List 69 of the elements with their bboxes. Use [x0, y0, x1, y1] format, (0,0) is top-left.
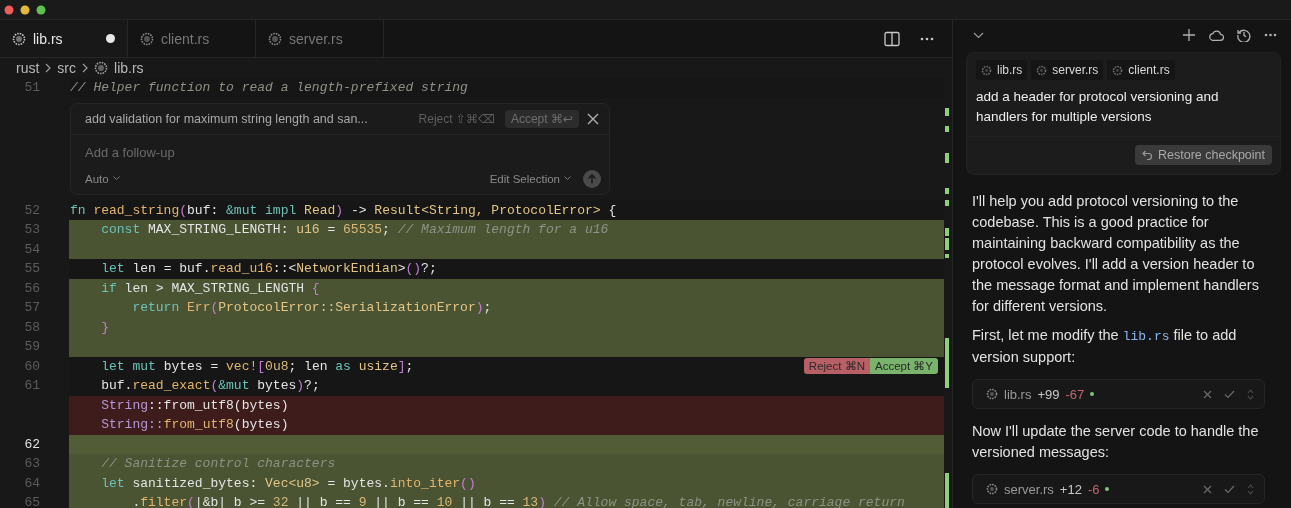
status-dot-icon — [1090, 392, 1095, 396]
line-number: 56 — [23, 279, 40, 298]
undo-arrow-icon — [1142, 150, 1153, 160]
line-number: 58 — [23, 318, 40, 337]
check-icon[interactable] — [1224, 389, 1235, 399]
removed-count: -67 — [1065, 386, 1085, 402]
user-message: add a header for protocol versioning and handlers for multiple versions — [975, 88, 1220, 126]
message-text: Now I'll update the server code to handle the versioned messages: — [972, 422, 1260, 462]
close-icon[interactable] — [1203, 484, 1212, 494]
line-number: 54 — [23, 240, 40, 259]
cog-icon — [140, 31, 154, 46]
status-dot-icon — [1105, 487, 1110, 491]
line-number: 62 — [23, 435, 40, 454]
line-number: 53 — [23, 221, 40, 239]
line-number: 63 — [23, 455, 40, 473]
file-name[interactable]: lib.rs — [1004, 386, 1032, 402]
breadcrumb-item[interactable]: rust — [16, 60, 40, 76]
prompt-text: add validation for maximum string length and san... — [85, 111, 369, 126]
cog-icon — [986, 483, 998, 495]
chevron-right-icon — [45, 63, 52, 73]
more-icon[interactable] — [1264, 33, 1277, 37]
editor-tab[interactable]: lib.rs — [0, 20, 128, 57]
unsaved-dot-icon — [106, 34, 115, 43]
caret-icon — [564, 176, 571, 181]
close-icon[interactable] — [587, 112, 599, 125]
chevron-down-icon[interactable] — [973, 31, 984, 39]
line-number: 51 — [23, 79, 40, 97]
line-number: 64 — [23, 474, 40, 493]
history-icon[interactable] — [1237, 28, 1251, 42]
line-number: 61 — [23, 377, 40, 395]
window-controls-drawing — [4, 4, 48, 15]
added-count: +12 — [1059, 481, 1082, 497]
follow-up-field[interactable]: Add a follow-up — [85, 144, 385, 160]
message-text: First, let me modify the lib.rs file to add version support: — [972, 326, 1238, 367]
cog-icon — [268, 31, 282, 46]
cog-icon — [986, 388, 998, 400]
chevron-right-icon — [82, 63, 88, 73]
line-number: 52 — [23, 201, 40, 220]
line-number: 55 — [23, 260, 40, 278]
line-number: 59 — [23, 338, 40, 356]
breadcrumb-item[interactable]: src — [57, 60, 76, 76]
cog-icon — [94, 61, 108, 75]
scope-dropdown[interactable]: Edit Selection — [489, 172, 571, 185]
more-icon[interactable] — [920, 36, 934, 41]
caret-icon — [112, 176, 120, 181]
reject-button[interactable]: Reject ⌘N — [803, 357, 870, 374]
cloud-icon[interactable] — [1208, 29, 1224, 41]
cog-icon — [1112, 64, 1124, 76]
file-chip[interactable]: server.rs — [1031, 60, 1104, 80]
line-number: 57 — [23, 299, 40, 317]
breadcrumb-item[interactable]: lib.rs — [114, 60, 144, 76]
mode-dropdown[interactable]: Auto — [85, 172, 120, 185]
plus-icon[interactable] — [1183, 29, 1195, 41]
split-editor-icon[interactable] — [884, 30, 900, 47]
file-chip[interactable]: client.rs — [1107, 60, 1175, 80]
close-icon[interactable] — [1203, 389, 1212, 399]
cog-icon — [1036, 64, 1048, 76]
removed-count: -6 — [1087, 481, 1100, 497]
cog-icon — [12, 31, 26, 46]
file-chip[interactable]: lib.rs — [976, 60, 1028, 80]
check-icon[interactable] — [1224, 484, 1235, 494]
file-name[interactable]: server.rs — [1004, 481, 1054, 497]
restore-checkpoint-button[interactable]: Restore checkpoint — [1135, 145, 1272, 165]
added-count: +99 — [1037, 386, 1060, 402]
line-number: 65 — [23, 494, 40, 508]
accept-button[interactable]: Accept ⌘Y — [869, 357, 938, 374]
cog-icon — [981, 64, 992, 76]
line-number: 60 — [23, 357, 40, 376]
message-text: I'll help you add protocol versioning to the codebase. This is a good practice for maintaining backward compatibility as the protocol evolves. I'll add a version header to the message format and implement handlers for different versions. — [972, 192, 1260, 316]
